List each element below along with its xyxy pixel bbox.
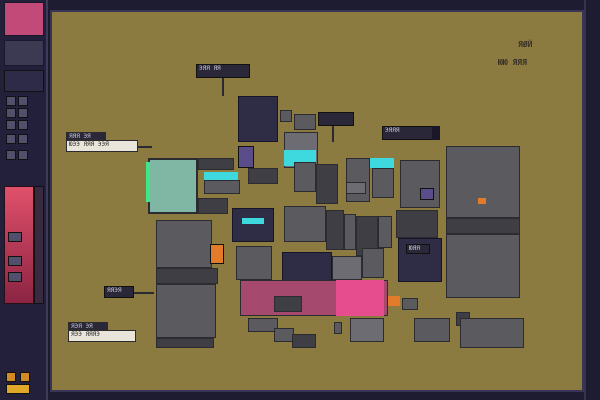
module-s[interactable] bbox=[156, 268, 218, 284]
module-w[interactable] bbox=[362, 248, 384, 278]
large-room[interactable] bbox=[446, 146, 520, 218]
cyan-strip bbox=[204, 172, 238, 180]
gold-icon[interactable] bbox=[6, 372, 16, 382]
module-h[interactable] bbox=[248, 168, 278, 184]
settings-icon[interactable] bbox=[6, 384, 30, 394]
shield-icon[interactable] bbox=[8, 256, 22, 266]
party-icon[interactable] bbox=[18, 120, 28, 130]
quest-icon[interactable] bbox=[6, 120, 16, 130]
module-x[interactable] bbox=[274, 296, 302, 312]
log-icon[interactable] bbox=[6, 150, 16, 160]
teal-room[interactable] bbox=[148, 158, 198, 214]
module-k[interactable] bbox=[346, 158, 370, 202]
label-lower-header: ЯЭЯ ЭЯ bbox=[68, 322, 108, 330]
health-bar-track bbox=[34, 186, 44, 304]
module-ad[interactable] bbox=[400, 160, 440, 208]
module-d[interactable] bbox=[318, 112, 354, 126]
trade-icon[interactable] bbox=[18, 134, 28, 144]
module-o[interactable] bbox=[326, 210, 344, 250]
right-frame bbox=[584, 0, 600, 400]
console-screen-label: ЮЯЯ bbox=[406, 244, 430, 254]
vault-room[interactable] bbox=[446, 234, 520, 298]
module-r[interactable] bbox=[378, 216, 392, 248]
center-console[interactable] bbox=[282, 252, 332, 282]
label-upper-pointer bbox=[138, 146, 152, 148]
module-n[interactable] bbox=[284, 206, 326, 242]
map-corner-subtitle: ЮЮ ЯЯЯ bbox=[498, 58, 527, 67]
tag-right-endcap bbox=[432, 126, 440, 140]
gem-icon[interactable] bbox=[20, 372, 30, 382]
purple-panel[interactable] bbox=[238, 146, 254, 168]
module-m[interactable] bbox=[372, 168, 394, 198]
portrait-icon[interactable] bbox=[4, 2, 44, 36]
module-e[interactable] bbox=[198, 158, 234, 170]
storage-room[interactable] bbox=[156, 284, 216, 338]
terminal-screen bbox=[242, 218, 264, 224]
crafting-icon[interactable] bbox=[6, 134, 16, 144]
module-a[interactable] bbox=[280, 110, 292, 122]
module-p[interactable] bbox=[344, 214, 356, 250]
minimap-slot[interactable] bbox=[4, 40, 44, 66]
module-v[interactable] bbox=[332, 256, 362, 280]
orange-marker[interactable] bbox=[388, 296, 400, 306]
tag-top-pointer bbox=[222, 78, 224, 96]
help-icon[interactable] bbox=[18, 150, 28, 160]
purple-screen[interactable] bbox=[420, 188, 434, 200]
label-upper-header: ЯЯЯ ЭЯ bbox=[66, 132, 106, 140]
sword-icon[interactable] bbox=[8, 272, 22, 282]
tag-middle-pointer bbox=[134, 292, 154, 294]
module-g[interactable] bbox=[198, 198, 228, 214]
workshop-room[interactable] bbox=[156, 220, 212, 268]
module-aj[interactable] bbox=[460, 318, 524, 348]
module-i[interactable] bbox=[294, 162, 316, 192]
health-bar bbox=[4, 186, 34, 304]
inventory-icon[interactable] bbox=[6, 96, 16, 106]
orange-crate[interactable] bbox=[210, 244, 224, 264]
label-lower: ЯЭЭ ЯЯЯЭ bbox=[68, 330, 136, 342]
module-aa[interactable] bbox=[292, 334, 316, 348]
vault-light bbox=[478, 198, 486, 204]
stat-panel bbox=[4, 70, 44, 92]
green-beacon bbox=[146, 162, 150, 202]
left-sidebar bbox=[0, 0, 48, 400]
journal-icon[interactable] bbox=[18, 108, 28, 118]
module-d-pointer bbox=[332, 126, 334, 142]
module-z[interactable] bbox=[274, 328, 294, 342]
module-af[interactable] bbox=[402, 298, 418, 310]
game-map[interactable]: ЯØЙ ЮЮ ЯЯЯ ЯЯЯ ЭЯ ЮЭЭ ЯЯЯ ЭЭЯ ЯЭЯ ЭЯ ЯЭЭ… bbox=[50, 10, 584, 392]
module-ab[interactable] bbox=[334, 322, 342, 334]
map-corner-title: ЯØЙ bbox=[518, 40, 533, 49]
potion-icon[interactable] bbox=[8, 232, 22, 242]
cyan-monitor[interactable] bbox=[370, 158, 394, 168]
skills-icon[interactable] bbox=[6, 108, 16, 118]
module-u[interactable] bbox=[236, 246, 272, 280]
bottom-frame bbox=[48, 392, 584, 400]
module-ag[interactable] bbox=[446, 218, 520, 234]
module-ac[interactable] bbox=[350, 318, 384, 342]
tag-top[interactable]: ЭЯЯ ЯЯ bbox=[196, 64, 250, 78]
module-t[interactable] bbox=[156, 338, 214, 348]
control-grid[interactable] bbox=[238, 96, 278, 142]
tag-middle[interactable]: ЯЯЭЯ bbox=[104, 286, 134, 298]
module-ae[interactable] bbox=[396, 210, 438, 238]
computer-terminal[interactable] bbox=[232, 208, 274, 242]
top-frame bbox=[48, 0, 584, 10]
module-f[interactable] bbox=[204, 180, 240, 194]
map-icon[interactable] bbox=[18, 96, 28, 106]
module-j[interactable] bbox=[316, 164, 338, 204]
module-c[interactable] bbox=[294, 114, 316, 130]
label-upper: ЮЭЭ ЯЯЯ ЭЭЯ bbox=[66, 140, 138, 152]
module-ah[interactable] bbox=[414, 318, 450, 342]
magenta-core[interactable] bbox=[336, 280, 384, 316]
module-l[interactable] bbox=[346, 182, 366, 194]
